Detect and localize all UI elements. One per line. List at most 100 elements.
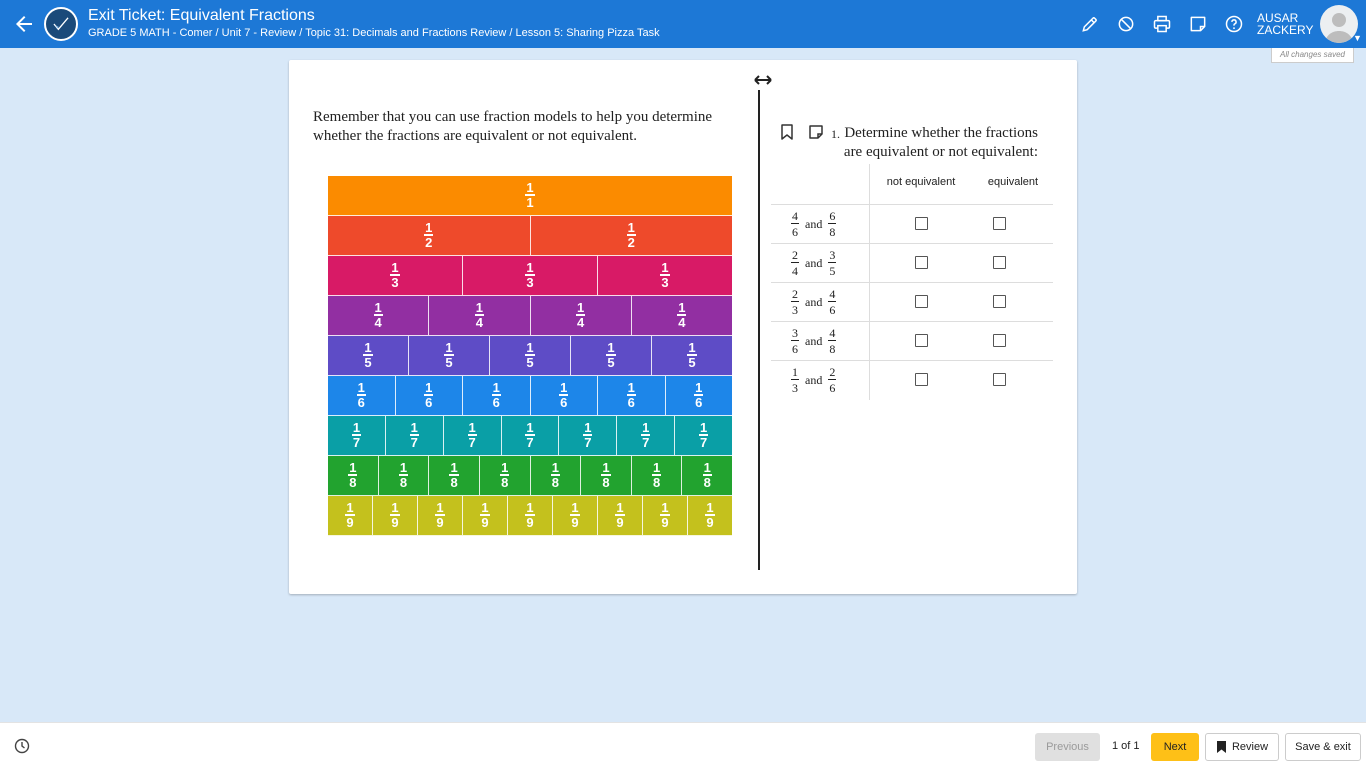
bar-cell-denominator: 1 bbox=[526, 195, 534, 210]
bar-cell-denominator: 6 bbox=[425, 395, 433, 410]
second-numerator: 4 bbox=[828, 287, 837, 302]
bar-cell-numerator: 1 bbox=[348, 460, 358, 476]
history-clock-icon[interactable] bbox=[14, 738, 30, 754]
bar-cell-fraction: 17 bbox=[583, 420, 593, 449]
bar-cell-numerator: 1 bbox=[363, 340, 373, 356]
bar-cell-numerator: 1 bbox=[525, 500, 535, 516]
fraction-bar-cell: 19 bbox=[418, 496, 463, 536]
bar-cell-numerator: 1 bbox=[525, 420, 535, 436]
first-numerator: 2 bbox=[791, 287, 799, 302]
bar-cell-numerator: 1 bbox=[583, 420, 593, 436]
fraction-bar-cell: 19 bbox=[373, 496, 418, 536]
bar-cell-fraction: 16 bbox=[491, 381, 501, 410]
bar-cell-numerator: 1 bbox=[641, 420, 651, 436]
fraction-bar-cell: 15 bbox=[409, 336, 490, 376]
fraction-bar-cell: 19 bbox=[643, 496, 688, 536]
bar-cell-numerator: 1 bbox=[601, 460, 611, 476]
bar-cell-denominator: 4 bbox=[374, 315, 382, 330]
fraction-pair: 3 6 and 4 8 bbox=[791, 326, 869, 356]
second-numerator: 2 bbox=[828, 365, 837, 380]
second-denominator: 8 bbox=[829, 342, 836, 356]
note-icon[interactable] bbox=[1188, 14, 1208, 34]
fraction-bar-cell: 18 bbox=[682, 456, 732, 496]
fraction-bar-cell: 17 bbox=[443, 416, 502, 456]
bar-cell-numerator: 1 bbox=[356, 380, 366, 396]
previous-button[interactable]: Previous bbox=[1035, 733, 1100, 761]
bar-cell-numerator: 1 bbox=[660, 500, 670, 516]
bar-cell-numerator: 1 bbox=[702, 460, 712, 476]
top-app-bar: Exit Ticket: Equivalent Fractions GRADE … bbox=[0, 0, 1366, 48]
bar-cell-denominator: 6 bbox=[492, 395, 500, 410]
first-numerator: 3 bbox=[791, 326, 799, 341]
bar-cell-denominator: 7 bbox=[468, 435, 476, 450]
fraction-bar-cell: 19 bbox=[463, 496, 508, 536]
bar-cell-denominator: 8 bbox=[703, 475, 711, 490]
help-icon[interactable] bbox=[1224, 14, 1244, 34]
bar-cell-fraction: 13 bbox=[525, 261, 535, 289]
fraction-bar-cell: 14 bbox=[530, 296, 632, 336]
bar-cell-denominator: 4 bbox=[678, 315, 686, 330]
bar-cell-fraction: 12 bbox=[626, 221, 636, 249]
bar-cell-numerator: 1 bbox=[550, 460, 560, 476]
note-icon[interactable] bbox=[808, 124, 824, 140]
bookmark-icon[interactable] bbox=[780, 124, 794, 140]
equivalent-checkbox[interactable] bbox=[993, 334, 1006, 347]
bar-cell-fraction: 18 bbox=[702, 460, 712, 490]
not-equivalent-checkbox[interactable] bbox=[915, 217, 928, 230]
not-equivalent-checkbox[interactable] bbox=[915, 256, 928, 269]
bar-cell-fraction: 19 bbox=[390, 501, 400, 529]
bar-cell-numerator: 1 bbox=[576, 300, 586, 316]
bar-cell-fraction: 18 bbox=[651, 461, 662, 489]
checkmark-logo-icon bbox=[53, 17, 69, 31]
fraction-bar-cell: 15 bbox=[652, 336, 732, 376]
chevron-down-icon[interactable]: ▼ bbox=[1353, 33, 1362, 43]
not-equivalent-checkbox[interactable] bbox=[915, 373, 928, 386]
bar-cell-numerator: 1 bbox=[373, 300, 383, 316]
review-button[interactable]: Review bbox=[1205, 733, 1279, 761]
bar-cell-fraction: 15 bbox=[444, 341, 454, 369]
bar-cell-numerator: 1 bbox=[424, 380, 434, 396]
bar-cell-fraction: 16 bbox=[694, 381, 704, 409]
fraction-bar-cell: 13 bbox=[463, 256, 598, 296]
bar-cell-numerator: 1 bbox=[345, 500, 355, 516]
save-exit-button[interactable]: Save & exit bbox=[1285, 733, 1361, 761]
next-button[interactable]: Next bbox=[1151, 733, 1199, 761]
bar-cell-fraction: 19 bbox=[525, 500, 535, 529]
first-fraction: 46 bbox=[791, 209, 799, 239]
bar-cell-denominator: 8 bbox=[399, 475, 408, 490]
pane-divider[interactable] bbox=[758, 90, 760, 570]
fraction-bar-cell: 14 bbox=[429, 296, 531, 336]
fraction-bar-cell: 15 bbox=[490, 336, 571, 376]
fraction-bar-cell: 13 bbox=[328, 256, 463, 296]
bar-cell-numerator: 1 bbox=[698, 420, 709, 436]
second-numerator: 4 bbox=[828, 326, 837, 341]
bar-cell-fraction: 16 bbox=[424, 380, 434, 410]
second-numerator: 3 bbox=[828, 248, 837, 263]
print-icon[interactable] bbox=[1152, 14, 1172, 34]
page-indicator: 1 of 1 bbox=[1112, 740, 1140, 752]
equivalent-checkbox[interactable] bbox=[993, 373, 1006, 386]
pen-icon[interactable] bbox=[1080, 14, 1100, 34]
not-equivalent-checkbox[interactable] bbox=[915, 334, 928, 347]
fraction-bar-cell: 16 bbox=[463, 376, 531, 416]
bar-cell-fraction: 11 bbox=[525, 181, 535, 210]
bar-cell-numerator: 1 bbox=[449, 460, 459, 476]
fraction-bar-cell: 18 bbox=[530, 456, 582, 496]
resize-handle-icon[interactable] bbox=[754, 73, 772, 87]
bar-cell-fraction: 17 bbox=[525, 420, 535, 449]
equivalent-checkbox[interactable] bbox=[993, 217, 1006, 230]
app-logo bbox=[44, 7, 78, 41]
fraction-pair: 2 4 and 3 5 bbox=[791, 248, 869, 278]
back-arrow-icon[interactable] bbox=[12, 12, 36, 36]
and-label: and bbox=[805, 372, 823, 387]
fraction-bar-row: 161616161616 bbox=[328, 376, 732, 416]
block-icon[interactable] bbox=[1116, 14, 1136, 34]
not-equivalent-checkbox[interactable] bbox=[915, 295, 928, 308]
bar-cell-denominator: 8 bbox=[450, 475, 458, 490]
answer-row: 2 3 and 4 6 bbox=[771, 282, 1053, 321]
bar-cell-denominator: 5 bbox=[526, 355, 534, 370]
equivalent-checkbox[interactable] bbox=[993, 256, 1006, 269]
equivalent-checkbox[interactable] bbox=[993, 295, 1006, 308]
fraction-bar-cell: 18 bbox=[631, 456, 683, 496]
and-label: and bbox=[805, 216, 823, 231]
